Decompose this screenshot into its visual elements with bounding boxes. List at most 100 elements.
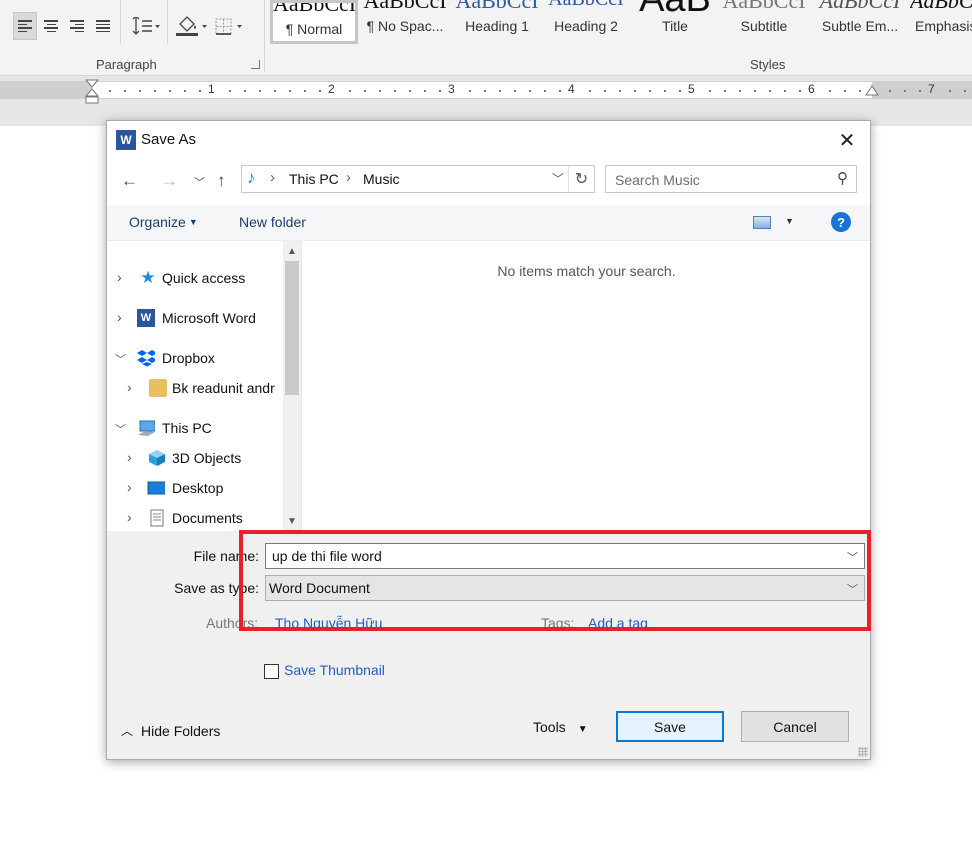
change-view-icon[interactable] <box>753 216 771 229</box>
new-folder-button[interactable]: New folder <box>239 214 306 230</box>
ruler-number: 1 <box>208 82 215 96</box>
align-right-icon <box>70 20 84 32</box>
forward-arrow-icon[interactable]: → <box>161 171 178 191</box>
tree-item-bk-readunit[interactable]: › Bk readunit andr <box>107 375 283 401</box>
tools-label: Tools <box>533 719 566 735</box>
search-box[interactable]: Search Music ⚲ <box>605 165 857 193</box>
navigation-bar: ← → ﹀ ↑ ♪ › This PC › Music ﹀ ↻ Search M… <box>107 159 870 205</box>
navigation-pane[interactable]: › ★ Quick access › W Microsoft Word ﹀ Dr… <box>107 241 283 531</box>
search-input[interactable]: Search Music <box>615 172 700 188</box>
tags-label: Tags: <box>541 615 575 631</box>
ruler-tick <box>859 90 861 92</box>
tree-item-desktop[interactable]: › Desktop <box>107 475 283 501</box>
caret-down-icon: ▼ <box>188 217 198 227</box>
file-name-value: up de thi file word <box>272 548 382 564</box>
chevron-right-icon[interactable]: › <box>117 269 122 285</box>
indent-marker-right-icon[interactable] <box>865 85 879 97</box>
up-arrow-icon[interactable]: ↑ <box>217 171 226 191</box>
chevron-right-icon[interactable]: › <box>127 509 132 525</box>
close-button[interactable]: ✕ <box>832 125 862 155</box>
hide-folders-label: Hide Folders <box>141 723 221 739</box>
tree-item-label: Desktop <box>172 480 224 496</box>
style-heading-2[interactable]: AaBbCcI Heading 2 <box>542 0 630 44</box>
align-center-button[interactable] <box>39 12 63 40</box>
chevron-right-icon[interactable]: › <box>117 309 122 325</box>
tree-item-this-pc[interactable]: ﹀ This PC <box>107 415 283 441</box>
dialog-titlebar[interactable]: W Save As ✕ <box>107 121 870 159</box>
ruler-tick <box>229 90 231 92</box>
breadcrumb-this-pc[interactable]: This PC <box>289 171 339 187</box>
ruler-tick <box>184 90 186 92</box>
navigation-scrollbar[interactable]: ▲ ▼ <box>283 241 301 531</box>
chevron-right-icon[interactable]: › <box>127 379 132 395</box>
address-dropdown-chevron-down-icon[interactable]: ﹀ <box>552 170 564 187</box>
save-as-type-chevron-down-icon[interactable]: ﹀ <box>847 581 858 597</box>
style-heading-1[interactable]: AaBbCcI Heading 1 <box>452 0 542 44</box>
hide-folders-button[interactable]: ︿ Hide Folders <box>121 722 220 739</box>
save-thumbnail-label[interactable]: Save Thumbnail <box>284 662 385 678</box>
chevron-right-icon[interactable]: › <box>127 449 132 465</box>
style-subtitle[interactable]: AaBbCcI Subtitle <box>718 0 810 44</box>
ruler-tick <box>199 90 201 92</box>
file-list-pane[interactable]: No items match your search. <box>301 241 870 531</box>
borders-button[interactable] <box>212 12 248 40</box>
ruler-tick <box>349 90 351 92</box>
tools-button[interactable]: Tools ▼ <box>533 719 588 735</box>
divider <box>264 0 265 72</box>
recent-locations-chevron-down-icon[interactable]: ﹀ <box>194 174 205 190</box>
breadcrumb-chevron-icon[interactable]: › <box>270 169 275 186</box>
chevron-down-icon[interactable]: ﹀ <box>115 351 126 367</box>
file-name-chevron-down-icon[interactable]: ﹀ <box>847 549 858 565</box>
style-subtle-emphasis[interactable]: AaBbCcI Subtle Em... <box>810 0 910 44</box>
authors-value-link[interactable]: Tho Nguyễn Hữu <box>275 615 382 631</box>
help-icon[interactable]: ? <box>831 212 851 232</box>
ruler-tick <box>964 90 966 92</box>
resize-grip-icon[interactable] <box>858 747 868 757</box>
tree-item-dropbox[interactable]: ﹀ Dropbox <box>107 345 283 371</box>
align-left-button[interactable] <box>13 12 37 40</box>
tree-item-microsoft-word[interactable]: › W Microsoft Word <box>107 305 283 331</box>
ruler-tick <box>109 90 111 92</box>
ruler-tick <box>724 90 726 92</box>
ruler-tick <box>319 90 321 92</box>
breadcrumb-music[interactable]: Music <box>363 171 400 187</box>
indent-marker-left-icon[interactable] <box>85 79 99 105</box>
line-spacing-button[interactable] <box>128 12 162 40</box>
shading-button[interactable] <box>173 12 209 40</box>
cancel-button[interactable]: Cancel <box>741 711 849 742</box>
save-as-type-select[interactable]: Word Document ﹀ <box>265 575 865 601</box>
scroll-down-arrow-icon[interactable]: ▼ <box>283 513 301 529</box>
scroll-up-arrow-icon[interactable]: ▲ <box>283 243 301 259</box>
address-bar[interactable]: ♪ › This PC › Music ﹀ ↻ <box>241 165 595 193</box>
ruler-number: 5 <box>688 82 695 96</box>
chevron-down-icon[interactable]: ﹀ <box>115 421 126 437</box>
3d-objects-icon <box>149 450 165 466</box>
save-button[interactable]: Save <box>616 711 724 742</box>
view-options-caret-down-icon[interactable]: ▼ <box>785 216 794 226</box>
scrollbar-thumb[interactable] <box>285 261 299 395</box>
style-emphasis[interactable]: AaBbCcI Emphasis <box>910 0 972 44</box>
save-thumbnail-checkbox[interactable] <box>264 664 279 679</box>
organize-button[interactable]: Organize ▼ <box>129 214 198 230</box>
ruler-tick <box>484 90 486 92</box>
breadcrumb-chevron-icon[interactable]: › <box>346 169 351 186</box>
file-name-input[interactable]: up de thi file word ﹀ <box>265 543 865 569</box>
tree-item-documents[interactable]: › Documents <box>107 505 283 531</box>
tree-item-3d-objects[interactable]: › 3D Objects <box>107 445 283 471</box>
style-normal[interactable]: AaBbCcI ¶ Normal <box>270 0 358 44</box>
chevron-right-icon[interactable]: › <box>127 479 132 495</box>
horizontal-ruler[interactable]: 1 2 3 4 5 6 7 <box>0 81 972 99</box>
style-title[interactable]: AaB Title <box>632 0 718 44</box>
style-no-spacing[interactable]: AaBbCcI ¶ No Spac... <box>360 0 450 44</box>
add-tag-link[interactable]: Add a tag <box>588 615 648 631</box>
refresh-button[interactable]: ↻ <box>568 166 594 192</box>
justify-button[interactable] <box>91 12 115 40</box>
paragraph-dialog-launcher[interactable] <box>251 60 260 69</box>
tree-item-quick-access[interactable]: › ★ Quick access <box>107 265 283 291</box>
close-icon: ✕ <box>838 129 856 152</box>
style-name: ¶ No Spac... <box>366 18 444 34</box>
ruler-tick <box>469 90 471 92</box>
style-name: Subtle Em... <box>821 18 899 34</box>
align-right-button[interactable] <box>65 12 89 40</box>
back-arrow-icon[interactable]: ← <box>121 171 138 191</box>
